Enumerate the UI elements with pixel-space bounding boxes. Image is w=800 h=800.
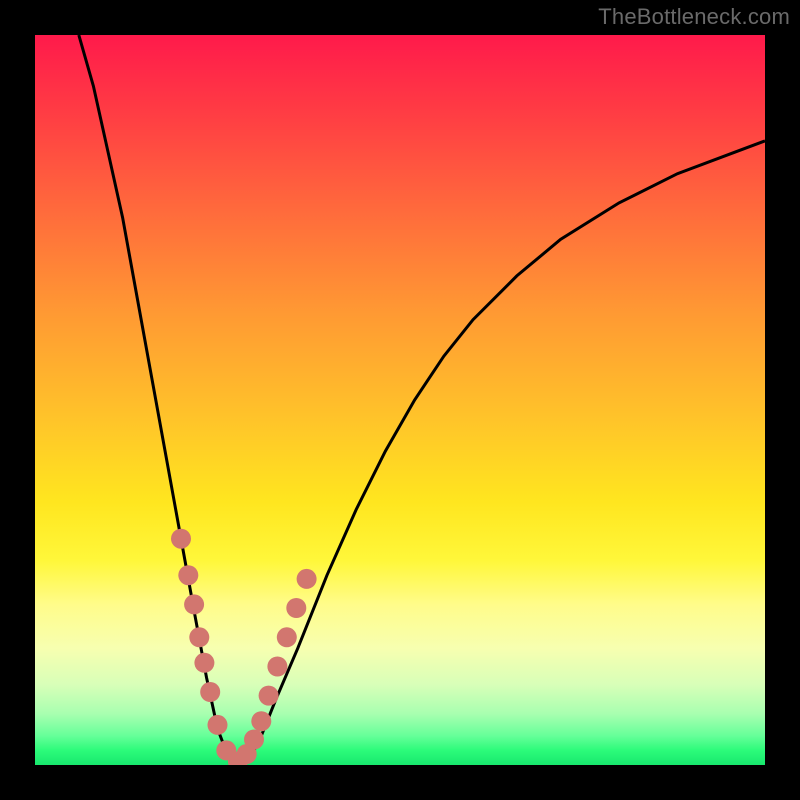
highlight-dot — [267, 657, 287, 677]
chart-frame: TheBottleneck.com — [0, 0, 800, 800]
bottleneck-curve-path — [79, 35, 765, 765]
highlight-dot — [244, 730, 264, 750]
highlight-dot — [189, 627, 209, 647]
plot-area — [35, 35, 765, 765]
highlight-dot — [251, 711, 271, 731]
highlight-dot — [178, 565, 198, 585]
highlight-dot — [171, 529, 191, 549]
watermark-text: TheBottleneck.com — [598, 4, 790, 30]
highlight-dot — [184, 594, 204, 614]
highlight-dot — [297, 569, 317, 589]
highlight-dot — [194, 653, 214, 673]
highlight-dot — [259, 686, 279, 706]
highlight-dot — [286, 598, 306, 618]
highlight-dots-group — [171, 529, 317, 765]
highlight-dot — [208, 715, 228, 735]
highlight-dot — [277, 627, 297, 647]
highlight-dot — [200, 682, 220, 702]
chart-svg — [35, 35, 765, 765]
